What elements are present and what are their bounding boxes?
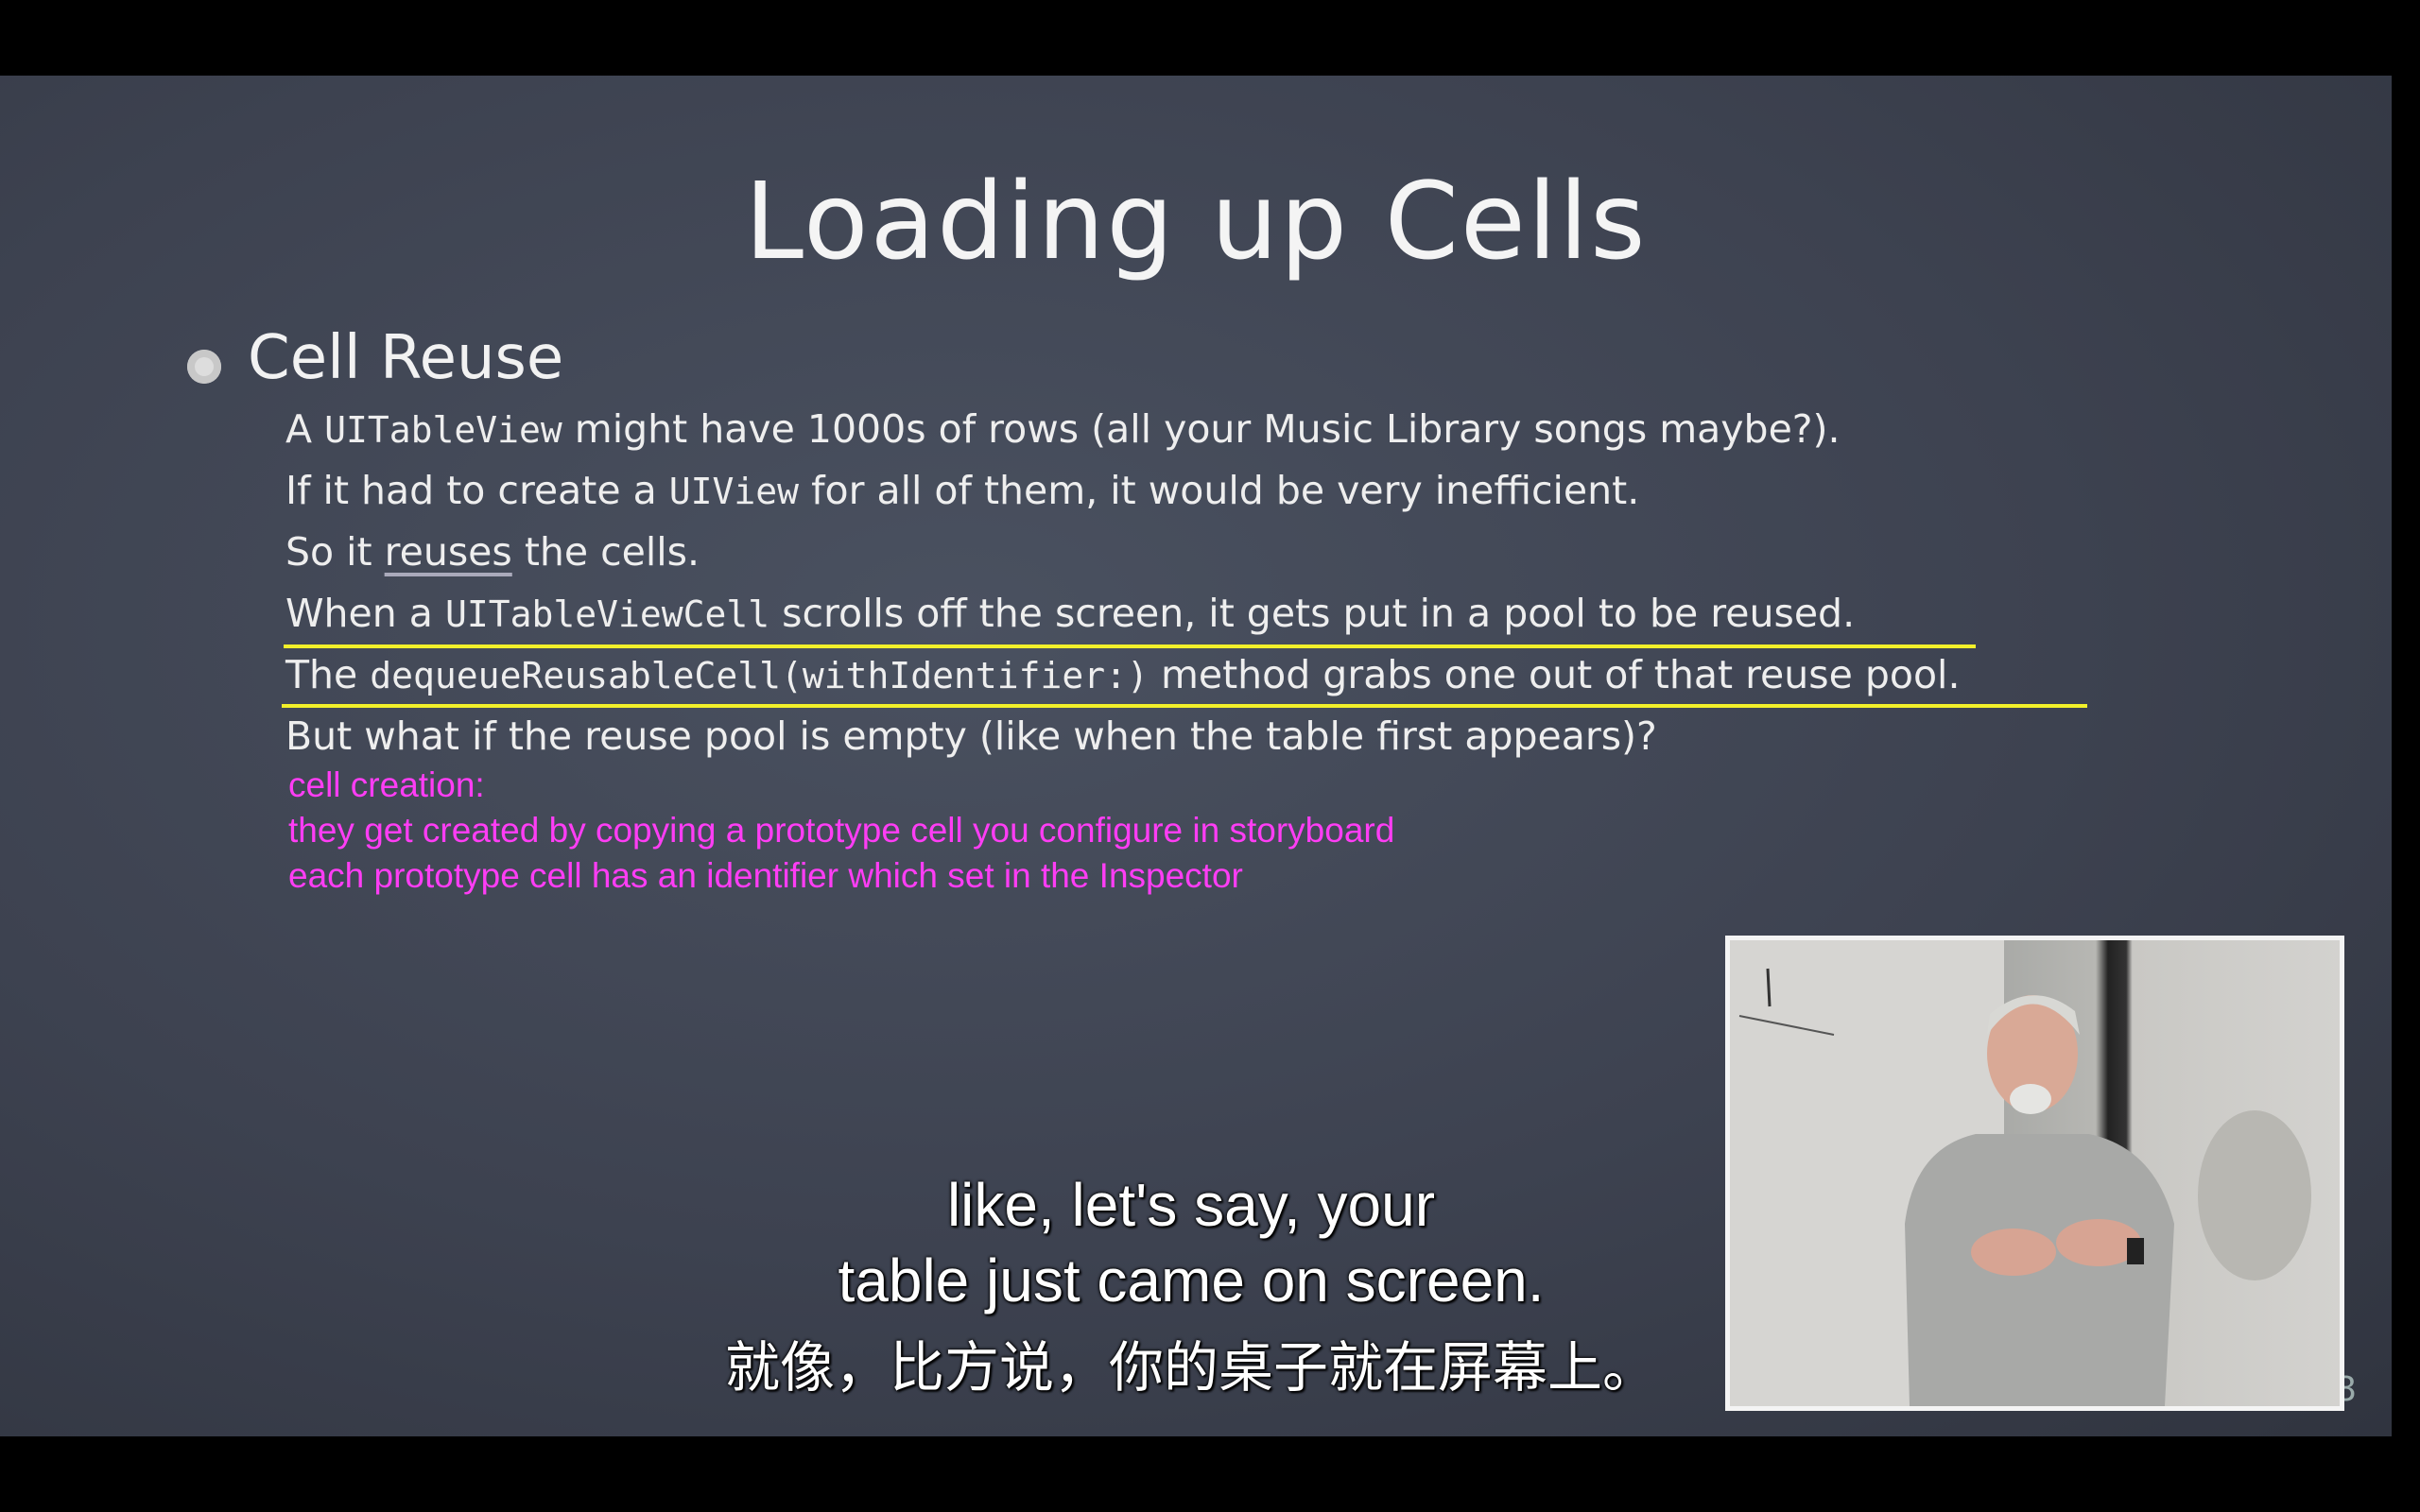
slide-line: But what if the reuse pool is empty (lik… [285,713,1657,759]
slide-line: When a UITableViewCell scrolls off the s… [285,591,1855,636]
top-letterbox [0,0,2420,76]
text: When a [285,591,445,636]
annotation-line: cell creation: [288,765,485,804]
yellow-underline [282,704,2087,708]
text: The [285,652,371,697]
slide-line: A UITableView might have 1000s of rows (… [285,406,1841,452]
slide-title: Loading up Cells [744,161,1648,284]
slide-line: The dequeueReusableCell(withIdentifier:)… [285,652,1960,697]
text: method grabs one out of that reuse pool. [1148,652,1961,697]
subtitle-english: like, let's say, your [946,1171,1436,1239]
code: UIView [668,471,800,512]
text: scrolls off the screen, it gets put in a… [769,591,1856,636]
subtitle-chinese: 就像，比方说，你的桌子就在屏幕上。 [724,1335,1657,1400]
text: If it had to create a [285,468,669,513]
subtitle-english: table just came on screen. [838,1246,1545,1314]
underlined-text: reuses [384,529,512,575]
yellow-underline [284,644,1976,648]
code: dequeueReusableCell(withIdentifier:) [370,655,1149,696]
slide-line: So it reuses the cells. [285,529,700,575]
text: the cells. [511,529,700,575]
bottom-letterbox [0,1436,2420,1512]
annotation-line: they get created by copying a prototype … [288,811,1395,850]
text: So it [285,529,385,575]
text: might have 1000s of rows (all your Music… [562,406,1841,452]
code: UITableView [324,409,562,451]
slide-heading: Cell Reuse [248,323,564,393]
text: But what if the reuse pool is empty (lik… [285,713,1657,759]
bullet-icon [187,350,221,384]
lecture-slide: Loading up Cells Cell Reuse A UITableVie… [0,76,2392,1436]
code: UITableViewCell [444,593,770,635]
text: for all of them, it would be very ineffi… [799,468,1640,513]
annotation-line: each prototype cell has an identifier wh… [288,856,1243,895]
text: A [285,406,325,452]
slide-line: If it had to create a UIView for all of … [285,468,1639,513]
